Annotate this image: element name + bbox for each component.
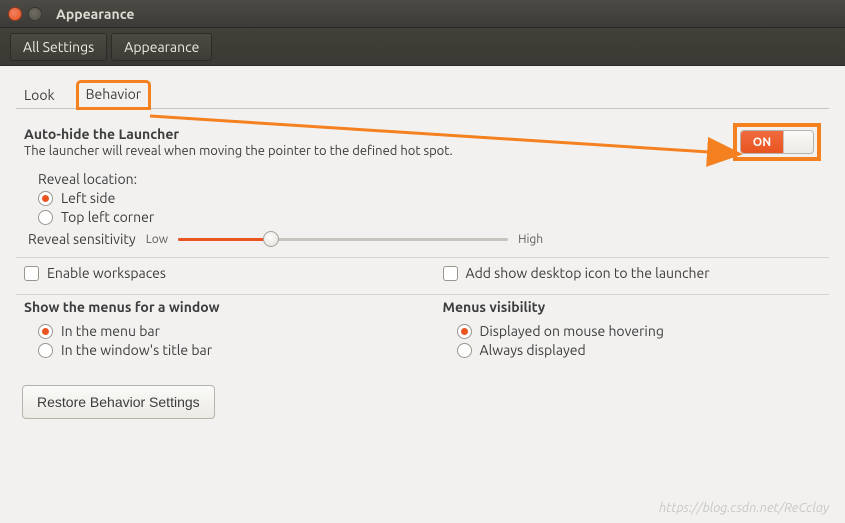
window-titlebar: Appearance [0,0,845,28]
radio-top-left-label: Top left corner [61,209,154,225]
radio-in-title-bar-label: In the window's title bar [61,342,212,358]
restore-behavior-button[interactable]: Restore Behavior Settings [22,385,215,419]
watermark: https://blog.csdn.net/ReCclay [659,501,829,515]
content-area: Look Behavior Auto-hide the Launcher The… [0,66,845,437]
sensitivity-high: High [518,233,543,246]
autohide-switch-highlight: ON [733,123,821,161]
section-menus: Show the menus for a window In the menu … [16,295,829,371]
tab-bar: Look Behavior [16,80,829,109]
radio-on-hover-label: Displayed on mouse hovering [480,323,664,339]
slider-thumb-icon [263,231,279,247]
switch-on-label: ON [741,131,783,153]
reveal-location-label: Reveal location: [38,171,821,187]
autohide-description: The launcher will reveal when moving the… [24,144,453,158]
window-title: Appearance [56,6,134,22]
autohide-heading: Auto-hide the Launcher [24,126,453,142]
radio-always-displayed[interactable] [457,343,472,358]
section-autohide: Auto-hide the Launcher The launcher will… [16,119,829,258]
sensitivity-slider[interactable] [178,231,508,247]
minimize-icon[interactable] [28,7,42,21]
autohide-switch[interactable]: ON [740,130,814,154]
tab-look[interactable]: Look [16,83,63,109]
checkbox-add-desktop-icon[interactable] [443,266,458,281]
tab-behavior[interactable]: Behavior [77,81,151,109]
radio-top-left[interactable] [38,210,53,225]
radio-on-hover[interactable] [457,324,472,339]
switch-knob [783,131,813,153]
radio-left-side[interactable] [38,191,53,206]
breadcrumb: All Settings Appearance [0,28,845,66]
checkbox-enable-workspaces[interactable] [24,266,39,281]
sensitivity-low: Low [146,233,168,246]
show-menus-heading: Show the menus for a window [24,299,403,315]
breadcrumb-all-settings[interactable]: All Settings [10,33,107,61]
enable-workspaces-label: Enable workspaces [47,265,166,281]
radio-in-menu-bar-label: In the menu bar [61,323,160,339]
breadcrumb-current[interactable]: Appearance [111,33,212,61]
menus-visibility-heading: Menus visibility [443,299,822,315]
section-workspaces: Enable workspaces Add show desktop icon … [16,258,829,295]
radio-always-displayed-label: Always displayed [480,342,586,358]
close-icon[interactable] [8,7,22,21]
radio-left-side-label: Left side [61,190,115,206]
radio-in-menu-bar[interactable] [38,324,53,339]
add-desktop-icon-label: Add show desktop icon to the launcher [466,265,710,281]
radio-in-title-bar[interactable] [38,343,53,358]
sensitivity-label: Reveal sensitivity [28,231,136,247]
